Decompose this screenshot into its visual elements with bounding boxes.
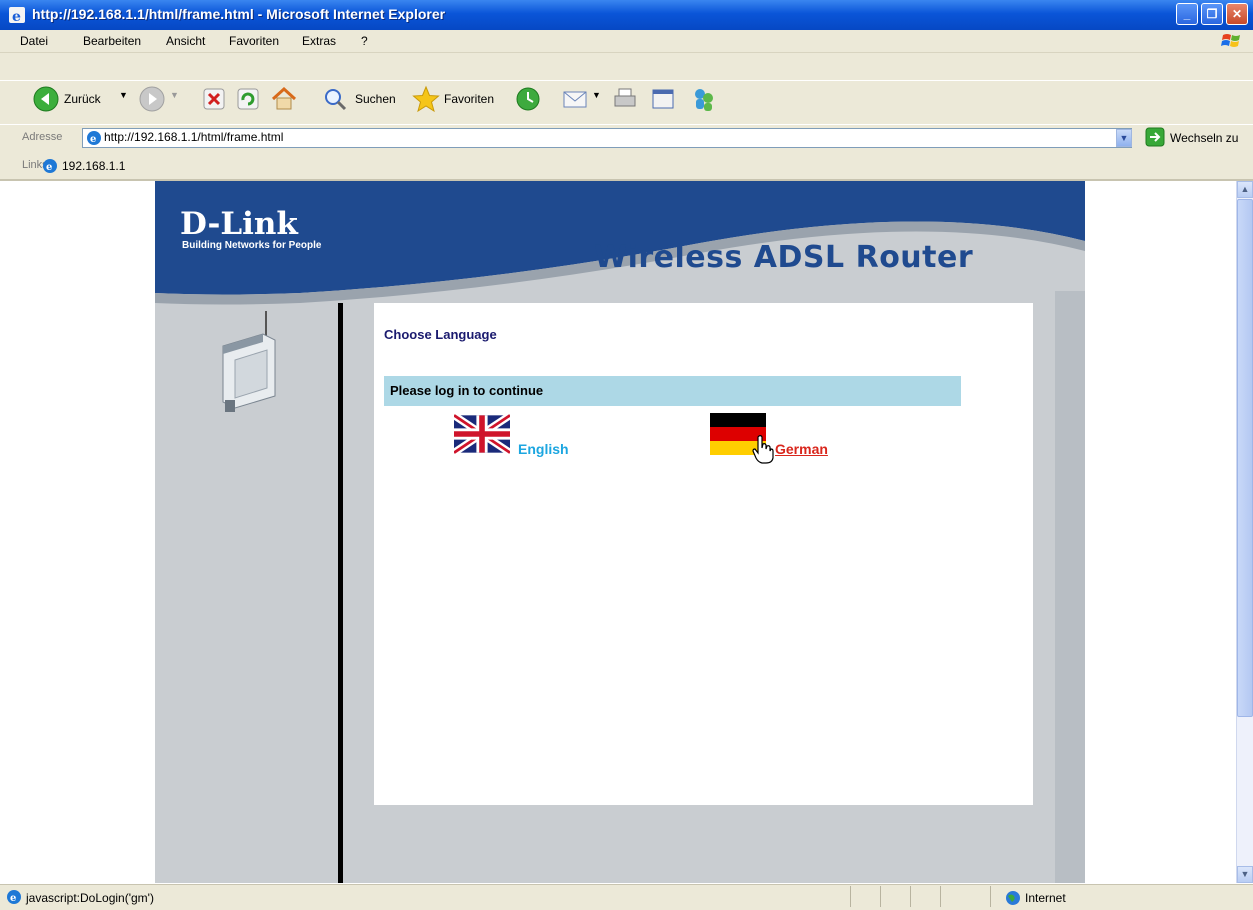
- page-content: [0, 181, 1236, 883]
- links-item[interactable]: 192.168.1.1: [62, 159, 125, 173]
- svg-text:e: e: [90, 134, 96, 145]
- svg-text:e: e: [46, 162, 52, 173]
- uk-flag-icon[interactable]: [454, 413, 510, 455]
- address-value[interactable]: http://192.168.1.1/html/frame.html: [104, 130, 283, 144]
- edit-icon[interactable]: [650, 86, 676, 112]
- windows-logo-icon: [1221, 34, 1240, 47]
- menu-ansicht[interactable]: Ansicht: [166, 34, 205, 48]
- back-arrow-icon[interactable]: [33, 86, 59, 112]
- mail-dropdown-icon[interactable]: ▼: [592, 90, 601, 100]
- address-label: Adresse: [22, 131, 63, 143]
- menu-extras[interactable]: Extras: [302, 34, 336, 48]
- back-dropdown-icon[interactable]: ▼: [119, 90, 128, 100]
- search-icon[interactable]: [322, 86, 348, 112]
- scroll-thumb[interactable]: [1237, 199, 1253, 717]
- mail-icon[interactable]: [562, 86, 590, 112]
- menu-bearbeiten[interactable]: Bearbeiten: [83, 34, 141, 48]
- favorites-star-icon[interactable]: [412, 85, 440, 113]
- page-icon: e: [87, 131, 101, 145]
- status-page-icon: e: [7, 890, 21, 904]
- status-divider: [880, 886, 881, 907]
- german-language-link[interactable]: German: [775, 441, 828, 457]
- close-button[interactable]: ✕: [1226, 3, 1248, 25]
- router-page-background: [155, 181, 1085, 883]
- menu-datei[interactable]: Datei: [20, 34, 48, 48]
- status-divider: [910, 886, 911, 907]
- stop-icon[interactable]: [202, 87, 226, 111]
- link-page-icon: e: [43, 159, 57, 173]
- dlink-slogan: Building Networks for People: [182, 240, 322, 251]
- minimize-button[interactable]: _: [1176, 3, 1198, 25]
- status-divider: [940, 886, 941, 907]
- refresh-icon[interactable]: [236, 87, 260, 111]
- product-title: Wireless ADSL Router: [594, 240, 974, 275]
- window-title: http://192.168.1.1/html/frame.html - Mic…: [32, 6, 446, 22]
- router-device-image: [222, 311, 276, 412]
- ie-icon: e: [9, 7, 25, 24]
- choose-language-heading: Choose Language: [384, 327, 497, 342]
- security-zone: Internet: [1025, 891, 1066, 905]
- scroll-down-icon[interactable]: ▼: [1237, 866, 1253, 883]
- search-button-label[interactable]: Suchen: [355, 92, 396, 106]
- status-divider: [990, 886, 991, 907]
- go-arrow-icon[interactable]: [1145, 127, 1165, 147]
- english-language-link[interactable]: English: [518, 441, 569, 457]
- scroll-up-icon[interactable]: ▲: [1237, 181, 1253, 198]
- login-prompt-text: Please log in to continue: [390, 383, 544, 398]
- svg-text:e: e: [12, 9, 21, 24]
- back-button-label[interactable]: Zurück: [64, 92, 101, 106]
- status-divider: [850, 886, 851, 907]
- menu-favoriten[interactable]: Favoriten: [229, 34, 279, 48]
- history-icon[interactable]: [515, 86, 541, 112]
- messenger-icon[interactable]: [690, 85, 718, 113]
- globe-icon: [1006, 891, 1020, 905]
- hand-cursor-icon: [752, 435, 774, 464]
- menu-help[interactable]: ?: [361, 34, 368, 48]
- go-button-label[interactable]: Wechseln zu: [1170, 131, 1238, 145]
- forward-arrow-icon[interactable]: [139, 86, 165, 112]
- dlink-logo: D-Link: [180, 206, 298, 242]
- address-dropdown-icon[interactable]: ▼: [1116, 129, 1132, 147]
- favorites-button-label[interactable]: Favoriten: [444, 92, 494, 106]
- maximize-button[interactable]: ❐: [1201, 3, 1223, 25]
- svg-text:e: e: [10, 893, 16, 904]
- home-icon[interactable]: [270, 85, 298, 113]
- print-icon[interactable]: [612, 86, 638, 112]
- links-bar: [0, 153, 1253, 181]
- forward-dropdown-icon[interactable]: ▼: [170, 90, 179, 100]
- status-text: javascript:DoLogin('gm'): [26, 891, 154, 905]
